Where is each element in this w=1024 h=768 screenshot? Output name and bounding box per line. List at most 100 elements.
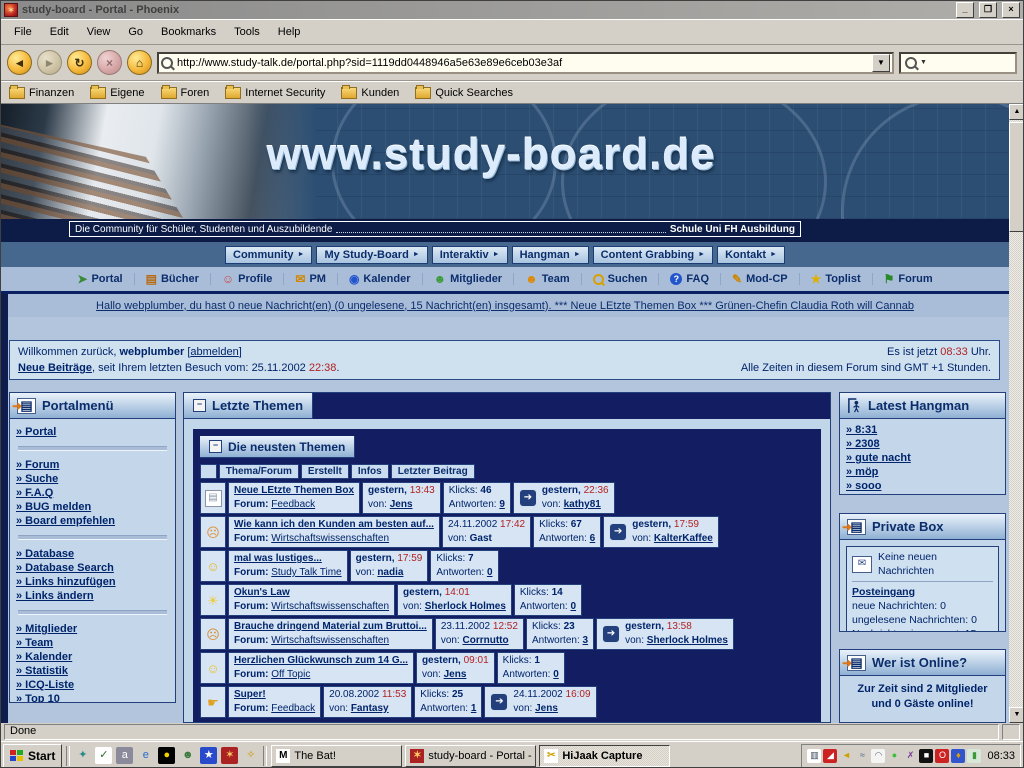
url-bar[interactable]: http://www.study-talk.de/portal.php?sid=…	[157, 52, 894, 74]
task-button-hijaak-capture[interactable]: ✂HiJaak Capture	[539, 745, 670, 767]
opera-icon[interactable]: O	[935, 749, 949, 763]
satellite-icon[interactable]: ✦	[74, 747, 91, 764]
scroll-up-button[interactable]: ▲	[1009, 104, 1024, 120]
topic-title-link[interactable]: Wie kann ich den Kunden am besten auf...	[234, 518, 434, 532]
search-input[interactable]: ▼	[899, 52, 1017, 74]
hangman-item-2308[interactable]: » 2308	[846, 437, 999, 451]
topic-title-link[interactable]: Neue LEtzte Themen Box	[234, 484, 354, 498]
nav-kontakt[interactable]: Kontakt►	[717, 246, 785, 264]
nav-forum[interactable]: ⚑Forum	[873, 273, 944, 285]
topic-title-link[interactable]: Super!	[234, 688, 315, 702]
lastpost-by-link[interactable]: Jens	[535, 703, 558, 714]
forum-link[interactable]: Wirtschaftswissenschaften	[271, 601, 389, 612]
batman-icon[interactable]: ●	[158, 747, 175, 764]
hangman-item-gute-nacht[interactable]: » gute nacht	[846, 451, 999, 465]
sidebar-item-bug-melden[interactable]: » BUG melden	[16, 500, 169, 514]
logout-link[interactable]: abmelden	[190, 346, 238, 358]
topic-title-link[interactable]: Brauche dringend Material zum Bruttoi...	[234, 620, 427, 634]
topic-title-link[interactable]: Herzlichen Glückwunsch zum 14 G...	[234, 654, 408, 668]
sidebar-item-database[interactable]: » Database	[16, 547, 169, 561]
sidebar-item-suche[interactable]: » Suche	[16, 472, 169, 486]
url-dropdown-button[interactable]: ▼	[872, 54, 890, 72]
nav-community[interactable]: Community►	[225, 246, 312, 264]
antworten-link[interactable]: 3	[583, 635, 589, 646]
forum-link[interactable]: Study Talk Time	[271, 567, 341, 578]
task-button-the-bat-[interactable]: MThe Bat!	[271, 745, 402, 767]
volume-icon[interactable]: ◄	[839, 749, 853, 763]
go-to-last-post-icon[interactable]: ➔	[490, 693, 508, 711]
antworten-link[interactable]: 6	[590, 533, 596, 544]
menu-tools[interactable]: Tools	[225, 23, 269, 41]
dialup-icon[interactable]: ≈	[855, 749, 869, 763]
close-button[interactable]: ×	[1002, 2, 1020, 18]
sidebar-item-portal[interactable]: » Portal	[16, 425, 169, 439]
recorder-icon[interactable]: ■	[919, 749, 933, 763]
antworten-link[interactable]: 0	[487, 567, 493, 578]
bookmark-quick-searches[interactable]: Quick Searches	[415, 87, 513, 99]
menu-help[interactable]: Help	[269, 23, 310, 41]
go-to-last-post-icon[interactable]: ➔	[602, 625, 620, 643]
forum-link[interactable]: Off Topic	[271, 669, 310, 680]
nav-suchen[interactable]: Suchen	[582, 273, 660, 285]
bookmark-kunden[interactable]: Kunden	[341, 87, 399, 99]
nav-my-study-board[interactable]: My Study-Board►	[316, 246, 427, 264]
hangman-item-sooo[interactable]: » sooo	[846, 479, 999, 493]
phoenix-icon[interactable]: ✶	[221, 747, 238, 764]
task-button-study-board-portal-[interactable]: ✶study-board - Portal - ...	[405, 745, 536, 767]
menu-bookmarks[interactable]: Bookmarks	[152, 23, 225, 41]
scheduler-icon[interactable]: ▥	[807, 749, 821, 763]
antivirus-icon[interactable]: ◢	[823, 749, 837, 763]
hangman-item-m-p[interactable]: » möp	[846, 465, 999, 479]
sidebar-item-mitglieder[interactable]: » Mitglieder	[16, 622, 169, 636]
new-posts-link[interactable]: Neue Beiträge	[18, 362, 92, 374]
sidebar-item-links-ndern[interactable]: » Links ändern	[16, 589, 169, 603]
sidebar-item-team[interactable]: » Team	[16, 636, 169, 650]
nav-mitglieder[interactable]: ☻Mitglieder	[423, 273, 515, 285]
hangman-item-8-31[interactable]: » 8:31	[846, 423, 999, 437]
antworten-link[interactable]: 1	[471, 703, 477, 714]
nav-content-grabbing[interactable]: Content Grabbing►	[593, 246, 713, 264]
scrollbar-thumb[interactable]	[1009, 122, 1024, 232]
forum-link[interactable]: Wirtschaftswissenschaften	[271, 533, 389, 544]
start-button[interactable]: Start	[3, 744, 62, 768]
vertical-scrollbar[interactable]: ▲ ▼	[1009, 104, 1024, 723]
a-square-icon[interactable]: a	[116, 747, 133, 764]
minimize-button[interactable]: _	[956, 2, 974, 18]
nav-pm[interactable]: ✉PM	[284, 273, 338, 285]
sidebar-item-links-hinzuf-gen[interactable]: » Links hinzufügen	[16, 575, 169, 589]
restore-button[interactable]: ❒	[979, 2, 997, 18]
lastpost-by-link[interactable]: KalterKaffee	[654, 533, 713, 544]
created-by-link[interactable]: Jens	[444, 669, 467, 680]
tweak-icon[interactable]: ✗	[903, 749, 917, 763]
nav-b-cher[interactable]: ▤Bücher	[135, 273, 211, 285]
bookmark-finanzen[interactable]: Finanzen	[9, 87, 74, 99]
forward-button[interactable]: ►	[37, 50, 62, 75]
sidebar-item-top-10[interactable]: » Top 10	[16, 692, 169, 703]
menu-file[interactable]: File	[5, 23, 41, 41]
users-icon[interactable]: ☻	[179, 747, 196, 764]
nav-interaktiv[interactable]: Interaktiv►	[432, 246, 508, 264]
menu-view[interactable]: View	[78, 23, 120, 41]
mouse-icon[interactable]: ◠	[871, 749, 885, 763]
ie-icon[interactable]: e	[137, 747, 154, 764]
nav-portal[interactable]: ➤Portal	[66, 273, 134, 285]
sidebar-item-forum[interactable]: » Forum	[16, 458, 169, 472]
topic-title-link[interactable]: Okun's Law	[234, 586, 389, 600]
nav-toplist[interactable]: ★Toplist	[800, 273, 873, 285]
go-to-last-post-icon[interactable]: ➔	[519, 489, 537, 507]
stop-button[interactable]: ×	[97, 50, 122, 75]
sidebar-item-database-search[interactable]: » Database Search	[16, 561, 169, 575]
sidebar-item-icq-liste[interactable]: » ICQ-Liste	[16, 678, 169, 692]
title-bar[interactable]: ✶ study-board - Portal - Phoenix _ ❒ ×	[1, 1, 1023, 19]
nav-faq[interactable]: ?FAQ	[659, 273, 721, 285]
created-by-link[interactable]: Fantasy	[351, 703, 389, 714]
inbox-link[interactable]: Posteingang	[852, 586, 915, 598]
antworten-link[interactable]: 9	[499, 499, 505, 510]
menu-go[interactable]: Go	[119, 23, 152, 41]
bookmark-eigene[interactable]: Eigene	[90, 87, 144, 99]
lastpost-by-link[interactable]: Sherlock Holmes	[647, 635, 728, 646]
colors-icon[interactable]: ♦	[951, 749, 965, 763]
created-by-link[interactable]: Jens	[390, 499, 413, 510]
topic-title-link[interactable]: mal was lustiges...	[234, 552, 342, 566]
go-to-last-post-icon[interactable]: ➔	[609, 523, 627, 541]
